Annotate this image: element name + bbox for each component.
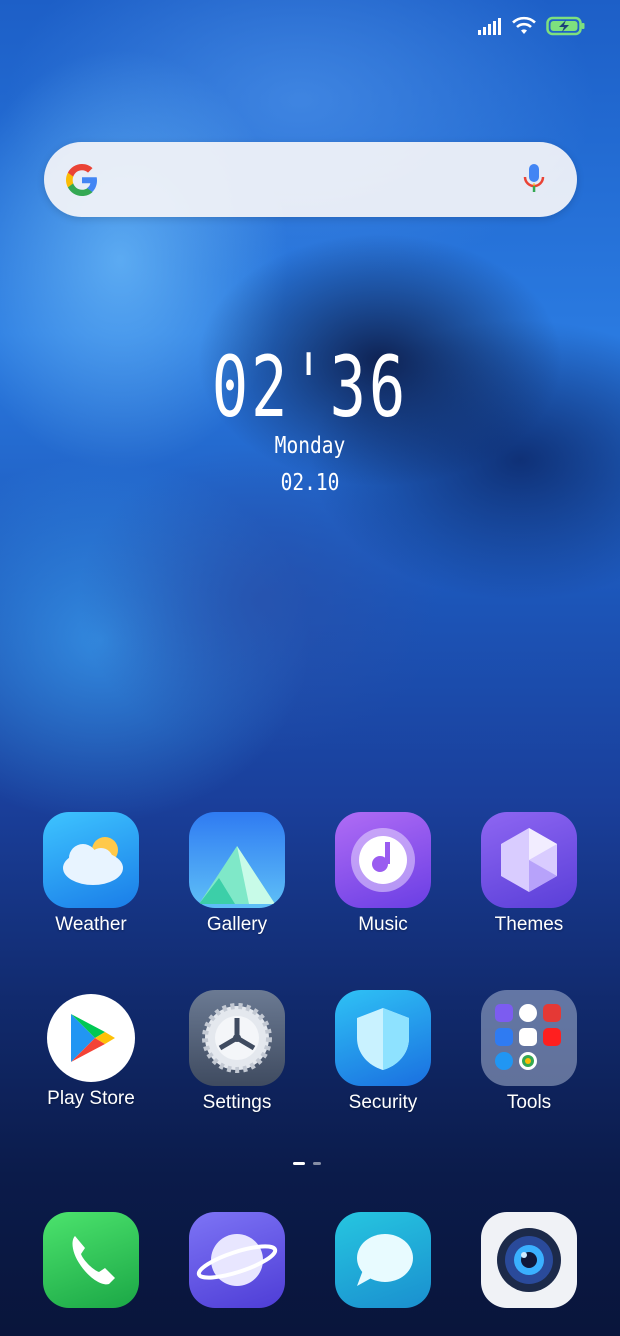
camera-icon	[481, 1212, 577, 1308]
app-label: Music	[358, 914, 408, 935]
app-label: Weather	[55, 914, 127, 935]
status-bar	[478, 16, 586, 41]
clock-separator: ˈ	[290, 338, 330, 436]
play-store-icon	[47, 994, 135, 1082]
browser-icon	[189, 1212, 285, 1308]
clock-date: 02.10	[280, 470, 340, 496]
clock-day: Monday	[274, 433, 346, 459]
app-tools-folder[interactable]: Tools	[456, 990, 602, 1114]
dock-messages[interactable]	[310, 1212, 456, 1308]
clock-minutes: 36	[329, 338, 409, 436]
google-g-icon	[64, 162, 100, 203]
security-icon	[335, 990, 431, 1086]
app-weather[interactable]: Weather	[18, 812, 164, 936]
app-label: Gallery	[206, 914, 268, 935]
phone-icon	[43, 1212, 139, 1308]
settings-icon	[189, 990, 285, 1086]
page-indicator	[293, 1162, 321, 1165]
weather-icon	[43, 812, 139, 908]
dock-phone[interactable]	[18, 1212, 164, 1308]
page-dot-active	[293, 1162, 305, 1165]
app-label: Play Store	[47, 1088, 135, 1109]
app-themes[interactable]: Themes	[456, 812, 602, 936]
dock-browser[interactable]	[164, 1212, 310, 1308]
page-dot	[313, 1162, 321, 1165]
dock-camera[interactable]	[456, 1212, 602, 1308]
gallery-icon	[189, 812, 285, 908]
app-music[interactable]: Music	[310, 812, 456, 936]
app-label: Tools	[506, 1092, 552, 1113]
battery-charging-icon	[546, 16, 586, 41]
tools-folder-icon	[481, 990, 577, 1086]
app-label: Settings	[202, 1092, 272, 1113]
app-gallery[interactable]: Gallery	[164, 812, 310, 936]
signal-icon	[478, 17, 502, 40]
clock-hours: 02	[211, 338, 291, 436]
clock-widget[interactable]: 02ˈ36	[87, 345, 533, 429]
mic-icon[interactable]	[521, 162, 547, 201]
app-label: Themes	[494, 914, 564, 935]
app-play-store[interactable]: Play Store	[18, 990, 164, 1110]
app-settings[interactable]: Settings	[164, 990, 310, 1114]
music-icon	[335, 812, 431, 908]
app-label: Security	[348, 1092, 418, 1113]
themes-icon	[481, 812, 577, 908]
app-security[interactable]: Security	[310, 990, 456, 1114]
google-search-bar[interactable]	[44, 142, 577, 217]
wifi-icon	[512, 16, 536, 41]
messages-icon	[335, 1212, 431, 1308]
